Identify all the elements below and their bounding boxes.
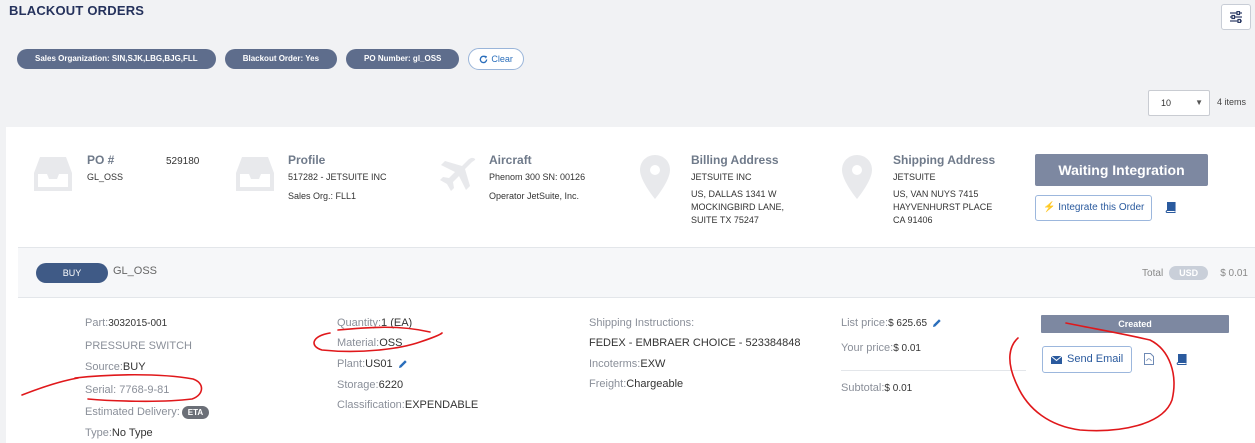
page-title: BLACKOUT ORDERS: [9, 3, 145, 18]
billing-line: JETSUITE INC: [691, 172, 752, 182]
chevron-down-icon: ▼: [1195, 98, 1203, 107]
items-count: 4 items: [1217, 97, 1247, 107]
shipping-instructions-value: FEDEX - EMBRAER CHOICE - 523384848: [589, 337, 801, 349]
filter-chip-blackout[interactable]: Blackout Order: Yes: [224, 49, 338, 69]
type-value: No Type: [111, 427, 153, 439]
clear-filters-button[interactable]: Clear: [468, 48, 524, 70]
book-icon[interactable]: [1165, 202, 1176, 213]
freight-value: Chargeable: [626, 378, 684, 390]
order-status-badge: Waiting Integration: [1035, 154, 1208, 186]
profile-line: 517282 - JETSUITE INC: [288, 172, 387, 182]
pdf-icon[interactable]: [1144, 353, 1154, 365]
part-label: Part:: [85, 317, 109, 329]
source-value: BUY: [122, 361, 146, 373]
send-email-button[interactable]: Send Email: [1042, 346, 1133, 373]
billing-line: MOCKINGBIRD LANE,: [691, 202, 785, 212]
part-value: 3032015-001: [108, 318, 168, 329]
storage-label: Storage:: [337, 379, 379, 391]
quantity-value: 1 (EA): [381, 317, 413, 329]
type-label: Type:: [85, 427, 112, 439]
incoterms-label: Incoterms:: [589, 358, 641, 370]
billing-line: SUITE TX 75247: [691, 215, 759, 225]
aircraft-block: Aircraft Phenom 300 SN: 00126 Operator J…: [489, 152, 585, 204]
billing-address-block: Billing Address JETSUITE INC US, DALLAS …: [691, 152, 784, 227]
shipping-address-block: Shipping Address JETSUITE US, VAN NUYS 7…: [893, 152, 995, 227]
pencil-icon[interactable]: [932, 318, 942, 328]
profile-heading: Profile: [288, 153, 326, 167]
freight-label: Freight:: [589, 378, 627, 390]
shipping-line: US, VAN NUYS 7415: [893, 189, 979, 199]
inbox-icon: [34, 157, 72, 191]
page-size-value: 10: [1161, 98, 1172, 108]
order-card: PO # GL_OSS 529180 Profile 517282 - JETS…: [6, 127, 1255, 443]
material-label: Material:: [337, 337, 380, 349]
refresh-icon: [480, 54, 488, 63]
serial-label: Serial:: [85, 384, 117, 396]
filter-settings-button[interactable]: [1221, 4, 1251, 30]
line-item-header: BUY GL_OSS Total USD $ 0.01: [18, 248, 1255, 298]
subtotal-label: Subtotal:: [841, 382, 885, 394]
filter-chip-sales-org[interactable]: Sales Organization: SIN,SJK,LBG,BJG,FLL: [17, 49, 216, 69]
source-label: Source:: [85, 361, 123, 373]
clear-label: Clear: [491, 54, 513, 64]
integrate-order-button[interactable]: ⚡ Integrate this Order: [1035, 195, 1153, 221]
inbox-icon: [236, 157, 274, 191]
eta-badge: ETA: [181, 406, 210, 419]
profile-block: Profile 517282 - JETSUITE INC Sales Org.…: [288, 152, 387, 204]
page-size-select[interactable]: 10 ▼: [1148, 90, 1210, 116]
material-value: OSS: [379, 337, 403, 349]
line-status-badge: Created: [1041, 315, 1229, 333]
currency-badge: USD: [1169, 266, 1209, 280]
pencil-icon[interactable]: [398, 359, 408, 369]
list-price-label: List price:: [841, 317, 889, 329]
aircraft-line: Operator JetSuite, Inc.: [489, 191, 580, 201]
shipping-heading: Shipping Address: [893, 153, 996, 167]
po-number: 529180: [166, 156, 200, 167]
plane-icon: [440, 157, 476, 191]
incoterms-value: EXW: [640, 358, 666, 370]
estimated-delivery-label: Estimated Delivery:: [85, 406, 180, 418]
book-icon[interactable]: [1176, 354, 1187, 365]
envelope-icon: [1051, 355, 1062, 364]
part-description: PRESSURE SWITCH: [85, 340, 192, 352]
total-value: $ 0.01: [1220, 267, 1248, 279]
active-filters: Sales Organization: SIN,SJK,LBG,BJG,FLL …: [17, 48, 524, 70]
line-po-label: GL_OSS: [113, 265, 158, 277]
integrate-label: Integrate this Order: [1058, 202, 1145, 213]
subtotal-value: $ 0.01: [884, 383, 913, 394]
classification-value: EXPENDABLE: [404, 399, 479, 411]
map-pin-icon: [640, 155, 670, 199]
aircraft-line: Phenom 300 SN: 00126: [489, 172, 586, 182]
shipping-instructions-label: Shipping Instructions:: [589, 317, 695, 329]
your-price-label: Your price:: [841, 342, 894, 354]
lightning-icon: ⚡: [1043, 202, 1056, 213]
quantity-label: Quantity:: [337, 317, 382, 329]
line-type-badge: BUY: [36, 263, 108, 283]
shipping-line: HAYVENHURST PLACE: [893, 202, 993, 212]
classification-label: Classification:: [337, 399, 405, 411]
po-heading: PO #: [87, 153, 115, 167]
plant-label: Plant:: [337, 358, 366, 370]
shipping-line: CA 91406: [893, 215, 933, 225]
your-price-value: $ 0.01: [893, 343, 921, 354]
divider: [841, 370, 1026, 371]
plant-value: US01: [365, 358, 393, 370]
list-price-value: $ 625.65: [888, 318, 928, 329]
shipping-line: JETSUITE: [893, 172, 936, 182]
line-total: Total USD $ 0.01: [1142, 266, 1248, 280]
total-label: Total: [1142, 267, 1164, 279]
map-pin-icon: [842, 155, 872, 199]
billing-heading: Billing Address: [691, 153, 779, 167]
filter-chip-po-number[interactable]: PO Number: gl_OSS: [346, 49, 460, 69]
serial-value: 7768-9-81: [119, 384, 170, 396]
sliders-icon: [1230, 11, 1242, 23]
billing-line: US, DALLAS 1341 W: [691, 189, 777, 199]
po-block: PO # GL_OSS: [87, 152, 123, 185]
aircraft-heading: Aircraft: [489, 153, 532, 167]
po-value: GL_OSS: [87, 172, 124, 182]
storage-value: 6220: [378, 379, 404, 391]
send-email-label: Send Email: [1067, 353, 1124, 365]
profile-line: Sales Org.: FLL1: [288, 191, 357, 201]
